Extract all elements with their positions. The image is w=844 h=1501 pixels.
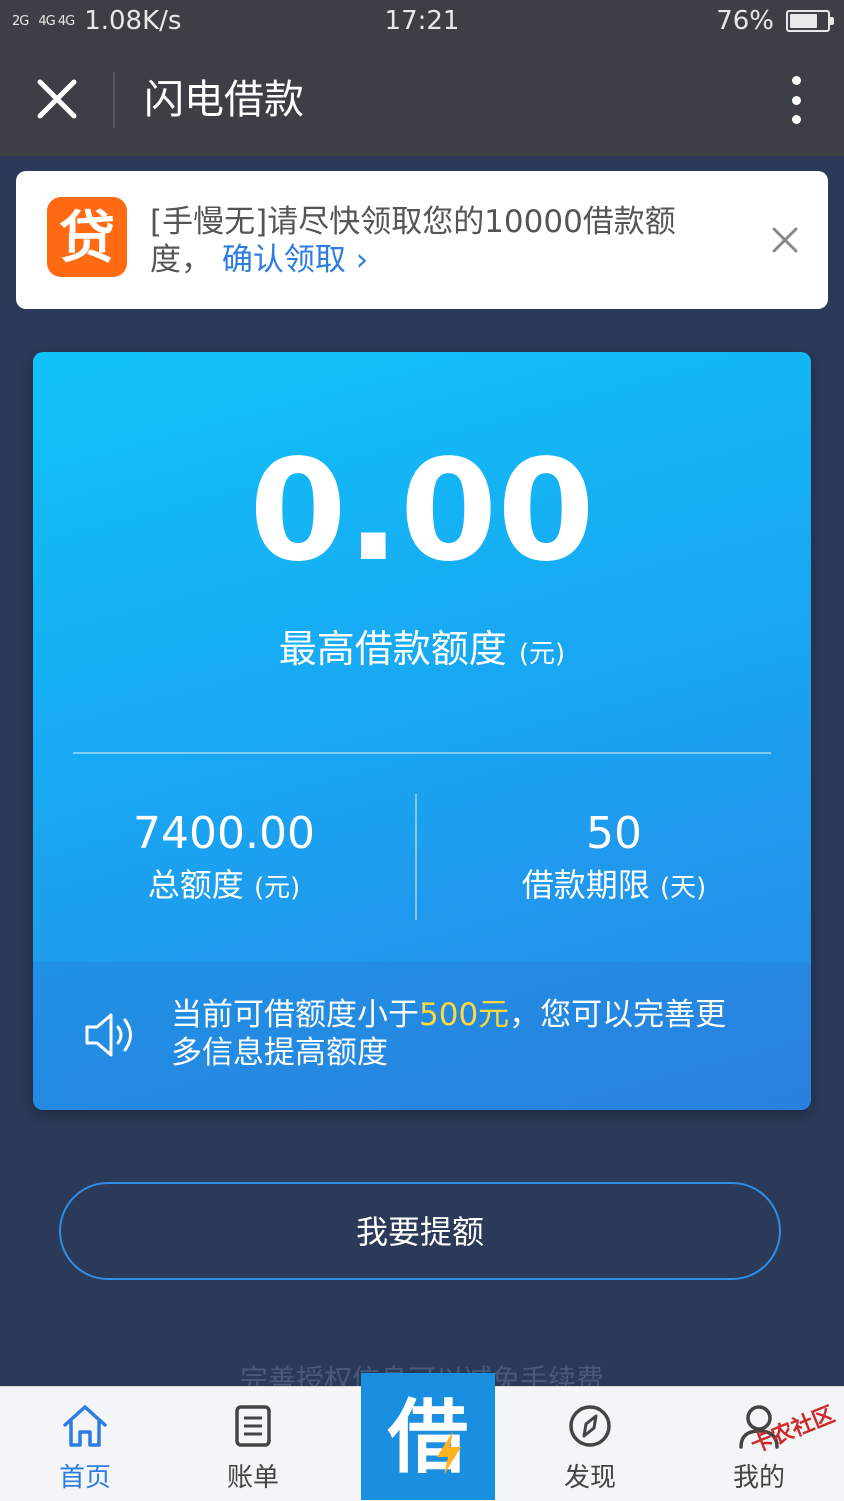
max-loan-label: 最高借款额度 (元): [33, 618, 811, 673]
dismiss-notification-icon[interactable]: [770, 225, 800, 255]
loan-term-value: 50: [586, 808, 642, 859]
limit-tip-highlight: 500元: [419, 997, 510, 1033]
limit-tip-prefix: 当前可借额度小于: [171, 997, 419, 1033]
nav-home-label: 首页: [58, 1463, 111, 1493]
max-loan-amount: 0.00: [249, 430, 595, 593]
home-icon: [63, 1405, 107, 1447]
speaker-icon: [85, 1013, 132, 1057]
total-limit-label-text: 总额度: [147, 866, 244, 904]
notification-text: [手慢无]请尽快领取您的10000借款额度， 确认领取 ›: [150, 203, 710, 279]
loan-glyph: 贷: [59, 206, 115, 271]
status-right: 76%: [716, 6, 834, 36]
confirm-claim-label: 确认领取: [221, 242, 346, 278]
title-divider: [113, 72, 115, 128]
nav-home[interactable]: 首页: [15, 1387, 155, 1501]
limit-tip-text: 当前可借额度小于500元，您可以完善更多信息提高额度: [171, 996, 751, 1072]
loan-term-stat: 50 借款期限 (天): [417, 806, 811, 911]
nav-discover[interactable]: 发现: [520, 1387, 660, 1501]
page-title: 闪电借款: [144, 77, 304, 123]
chevron-right-icon: ›: [355, 242, 369, 278]
battery-fill: [790, 14, 818, 28]
borrow-tab-label: 借: [388, 1391, 468, 1484]
loan-term-label-text: 借款期限: [521, 866, 650, 904]
battery-icon: [786, 10, 834, 32]
battery-percent: 76%: [716, 6, 774, 36]
total-limit-value: 7400.00: [133, 808, 315, 859]
credit-card-panel: 0.00 最高借款额度 (元) 7400.00 总额度 (元) 50 借款期限 …: [33, 352, 811, 1110]
total-limit-label: 总额度 (元): [33, 862, 415, 911]
status-bar: 2G 4G 4G 1.08K/s 17:21 76%: [0, 0, 844, 44]
loan-app-icon: 贷: [47, 197, 127, 277]
limit-tip-banner: 当前可借额度小于500元，您可以完善更多信息提高额度: [33, 962, 811, 1110]
loan-term-label: 借款期限 (天): [417, 862, 811, 911]
more-dot: [791, 95, 801, 105]
lightning-icon: [437, 1431, 461, 1475]
notification-card[interactable]: 贷 [手慢无]请尽快领取您的10000借款额度， 确认领取 ›: [16, 171, 828, 309]
nav-mine-label: 我的: [732, 1463, 785, 1493]
loan-term-unit: (天): [659, 873, 707, 903]
borrow-tab-button[interactable]: 借: [361, 1373, 495, 1500]
more-dot: [791, 76, 801, 85]
close-icon[interactable]: [32, 74, 82, 124]
nav-bills-label: 账单: [226, 1463, 279, 1493]
max-loan-label-text: 最高借款额度: [278, 627, 507, 671]
nav-bills[interactable]: 账单: [183, 1387, 323, 1501]
title-bar: 闪电借款: [0, 44, 844, 156]
compass-icon: [569, 1405, 611, 1447]
bill-icon: [235, 1405, 271, 1447]
total-limit-unit: (元): [253, 873, 301, 903]
max-loan-unit: (元): [518, 639, 566, 669]
loan-glyph-icon: 贷: [59, 206, 115, 271]
raise-limit-button[interactable]: 我要提额: [59, 1182, 781, 1280]
total-limit-stat: 7400.00 总额度 (元): [33, 806, 415, 911]
nav-discover-label: 发现: [563, 1463, 616, 1493]
confirm-claim-link[interactable]: 确认领取 ›: [222, 242, 368, 278]
card-divider: [73, 752, 771, 754]
more-dot: [791, 115, 801, 124]
more-menu-icon[interactable]: [788, 76, 804, 124]
